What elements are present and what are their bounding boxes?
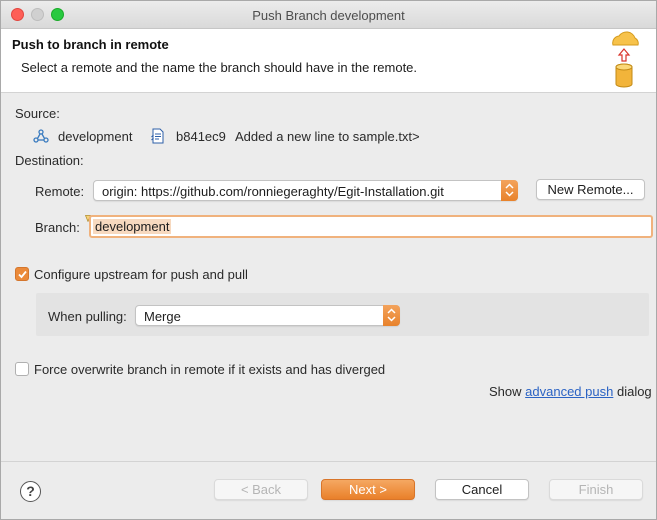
cancel-button[interactable]: Cancel — [435, 479, 529, 500]
source-branch: development — [58, 129, 133, 144]
window-title: Push Branch development — [252, 8, 405, 23]
title-bar: Push Branch development — [1, 1, 656, 29]
updown-arrows-icon — [383, 305, 400, 326]
remote-label: Remote: — [35, 184, 85, 199]
advanced-push-link[interactable]: advanced push — [525, 384, 613, 399]
finish-button[interactable]: Finish — [549, 479, 643, 500]
configure-upstream-label: Configure upstream for push and pull — [34, 267, 248, 282]
when-pulling-select[interactable]: Merge — [135, 305, 400, 326]
back-button[interactable]: < Back — [214, 479, 308, 500]
commit-icon — [151, 128, 164, 144]
commit-id: b841ec9 — [176, 129, 226, 144]
push-branch-dialog: Push Branch development Push to branch i… — [0, 0, 657, 520]
push-to-remote-icon — [612, 31, 639, 88]
branch-name-value: development — [93, 219, 172, 234]
footer-separator — [1, 461, 656, 462]
source-label: Source: — [15, 106, 60, 121]
advanced-push-row: Show advanced push dialog — [489, 384, 652, 399]
destination-label: Destination: — [15, 153, 84, 168]
branch-name-field[interactable]: development — [89, 215, 653, 238]
advanced-prefix: Show — [489, 384, 522, 399]
branch-label: Branch: — [35, 220, 80, 235]
new-remote-button[interactable]: New Remote... — [536, 179, 645, 200]
remote-select[interactable]: origin: https://github.com/ronniegeraght… — [93, 180, 518, 201]
updown-arrows-icon — [501, 180, 518, 201]
help-icon[interactable]: ? — [20, 481, 41, 502]
page-description: Select a remote and the name the branch … — [21, 60, 418, 75]
when-pulling-value: Merge — [144, 309, 181, 324]
force-overwrite-checkbox[interactable] — [15, 362, 29, 376]
when-pulling-label: When pulling: — [48, 309, 127, 324]
force-overwrite-label: Force overwrite branch in remote if it e… — [34, 362, 386, 377]
page-title: Push to branch in remote — [12, 37, 169, 52]
branch-icon — [33, 129, 49, 143]
next-button[interactable]: Next > — [321, 479, 415, 500]
advanced-suffix: dialog — [616, 384, 652, 399]
commit-message: Added a new line to sample.txt> — [235, 129, 420, 144]
remote-select-value: origin: https://github.com/ronniegeraght… — [102, 184, 444, 199]
checkmark-icon — [18, 270, 27, 279]
wizard-header: Push to branch in remote Select a remote… — [1, 29, 656, 93]
configure-upstream-checkbox[interactable] — [15, 267, 29, 281]
